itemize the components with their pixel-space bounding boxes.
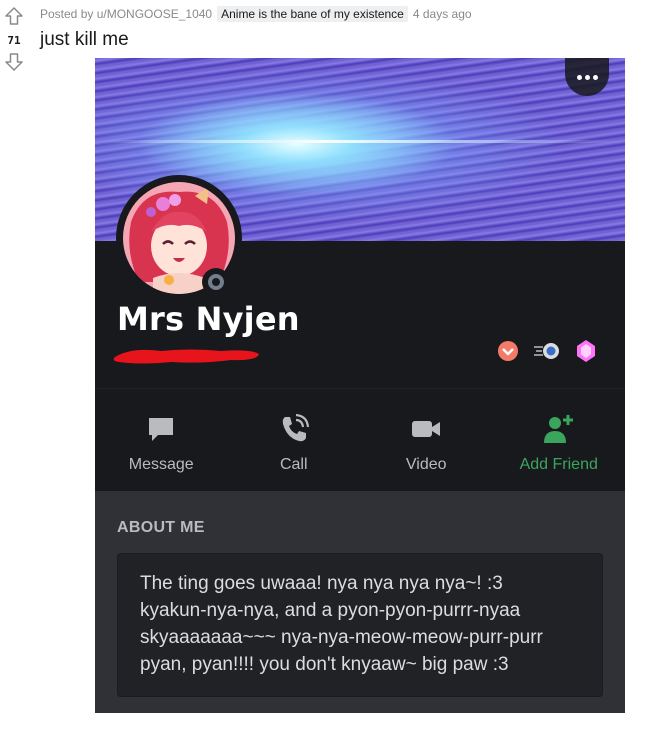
video-icon bbox=[408, 411, 444, 447]
boost-icon[interactable] bbox=[575, 340, 597, 362]
about-me-box: The ting goes uwaaa! nya nya nya nya~! :… bbox=[117, 553, 603, 697]
video-button[interactable]: Video bbox=[360, 389, 493, 491]
more-dot-icon bbox=[592, 74, 598, 80]
add-friend-button[interactable]: Add Friend bbox=[493, 389, 626, 491]
message-label: Message bbox=[128, 456, 194, 473]
post-time[interactable]: 4 days ago bbox=[413, 7, 472, 21]
add-friend-label: Add Friend bbox=[519, 456, 598, 473]
about-me-header: ABOUT ME bbox=[117, 519, 205, 536]
message-icon bbox=[143, 411, 179, 447]
call-button[interactable]: Call bbox=[228, 389, 361, 491]
video-label: Video bbox=[405, 456, 447, 473]
more-options-button[interactable] bbox=[565, 58, 609, 96]
about-me-section: ABOUT ME The ting goes uwaaa! nya nya ny… bbox=[95, 491, 625, 713]
redaction-scribble bbox=[113, 349, 260, 364]
more-dot-icon bbox=[584, 74, 590, 80]
nitro-icon[interactable] bbox=[533, 340, 561, 362]
vote-score: 71 bbox=[7, 34, 21, 47]
profile-display-name: Mrs Nyjen bbox=[117, 300, 300, 338]
about-me-text: The ting goes uwaaa! nya nya nya nya~! :… bbox=[140, 573, 543, 675]
status-offline-icon bbox=[202, 268, 230, 296]
hypesquad-brilliance-icon[interactable] bbox=[497, 340, 519, 362]
post-title[interactable]: just kill me bbox=[40, 29, 129, 51]
message-button[interactable]: Message bbox=[95, 389, 228, 491]
banner-light-streak bbox=[95, 140, 625, 143]
more-dot-icon bbox=[576, 74, 582, 80]
profile-actions: Message Call Video Add Friend bbox=[95, 389, 625, 491]
discord-profile-card: Mrs Nyjen Message Call Video Add Friend … bbox=[95, 58, 625, 713]
profile-badges bbox=[497, 338, 597, 364]
downvote-icon[interactable] bbox=[4, 52, 24, 72]
call-icon bbox=[276, 411, 312, 447]
add-friend-icon bbox=[541, 411, 577, 447]
post-meta: Posted by u/MONGOOSE_1040 Anime is the b… bbox=[40, 6, 472, 22]
post-flair[interactable]: Anime is the bane of my existence bbox=[217, 6, 408, 22]
call-label: Call bbox=[279, 456, 308, 473]
post-author[interactable]: Posted by u/MONGOOSE_1040 bbox=[40, 7, 212, 21]
upvote-icon[interactable] bbox=[4, 6, 24, 26]
